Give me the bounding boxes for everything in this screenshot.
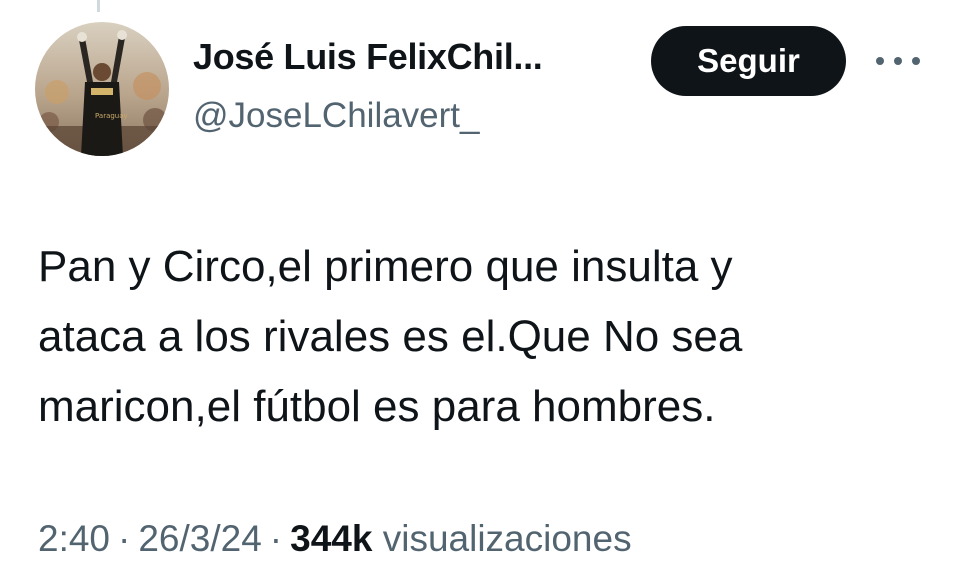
views-label: visualizaciones (382, 518, 632, 559)
author-display-name[interactable]: José Luis FelixChil... (193, 36, 543, 78)
thread-connector-line (97, 0, 100, 12)
metadata-separator: · (269, 518, 283, 559)
tweet-metadata: 2:40 · 26/3/24 · 344k visualizaciones (38, 518, 632, 560)
metadata-separator: · (118, 518, 131, 559)
tweet-text: Pan y Circo,el primero que insulta y ata… (38, 242, 743, 431)
author-handle[interactable]: @JoseLChilavert_ (193, 96, 480, 136)
avatar[interactable]: Paraguay (35, 22, 169, 156)
follow-button[interactable]: Seguir (651, 26, 846, 96)
views-count[interactable]: 344k (290, 518, 372, 559)
more-options-button[interactable] (870, 42, 926, 82)
tweet-time[interactable]: 2:40 (38, 518, 110, 559)
tweet-date[interactable]: 26/3/24 (138, 518, 261, 559)
more-horizontal-icon (875, 53, 921, 71)
svg-text:Paraguay: Paraguay (95, 112, 128, 120)
